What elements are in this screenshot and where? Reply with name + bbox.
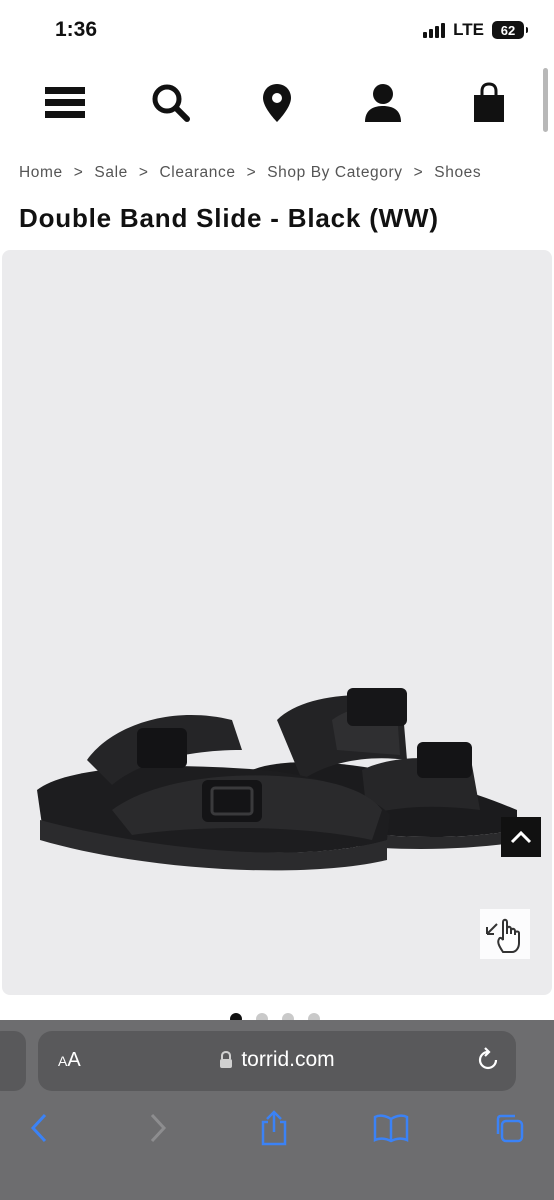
lock-icon: [220, 1051, 233, 1068]
address-bar[interactable]: AA torrid.com: [38, 1031, 516, 1091]
tabs-icon[interactable]: [487, 1108, 531, 1148]
network-label: LTE: [453, 20, 484, 39]
product-title: Double Band Slide - Black (WW): [19, 203, 439, 233]
account-icon[interactable]: [358, 78, 408, 128]
forward-icon[interactable]: [136, 1108, 180, 1148]
breadcrumb-home[interactable]: Home: [19, 164, 63, 182]
sandals-illustration: [37, 688, 520, 871]
status-time: 1:36: [55, 18, 98, 41]
browser-chrome: AA torrid.com: [0, 1020, 554, 1200]
zoom-hand-icon: [486, 918, 520, 953]
breadcrumb: Home > Sale > Clearance > Shop By Catego…: [19, 164, 481, 182]
chevron-up-icon: [510, 830, 532, 844]
url-display[interactable]: torrid.com: [38, 1048, 516, 1072]
share-icon[interactable]: [252, 1108, 296, 1148]
browser-toolbar: [0, 1108, 554, 1158]
status-bar: 1:36 LTE 62: [0, 0, 554, 60]
signal-icon: [423, 22, 446, 38]
location-pin-icon[interactable]: [252, 78, 302, 128]
breadcrumb-shop-by-category[interactable]: Shop By Category: [267, 164, 402, 182]
status-indicators: LTE 62: [423, 20, 528, 40]
url-text: torrid.com: [241, 1048, 335, 1071]
breadcrumb-clearance[interactable]: Clearance: [160, 164, 236, 182]
page-scrollbar[interactable]: [543, 68, 548, 132]
site-header: [0, 70, 554, 140]
zoom-button[interactable]: [480, 909, 530, 959]
breadcrumb-separator: >: [138, 164, 149, 181]
scroll-to-top-button[interactable]: [501, 817, 541, 857]
shopping-bag-icon[interactable]: [464, 78, 514, 128]
bookmarks-icon[interactable]: [369, 1108, 413, 1148]
reload-icon[interactable]: [476, 1047, 500, 1078]
back-icon[interactable]: [17, 1108, 61, 1148]
breadcrumb-separator: >: [73, 164, 84, 181]
battery-icon: 62: [492, 21, 528, 39]
breadcrumb-shoes[interactable]: Shoes: [434, 164, 481, 182]
breadcrumb-separator: >: [413, 164, 424, 181]
search-icon[interactable]: [146, 78, 196, 128]
menu-icon[interactable]: [40, 78, 90, 128]
product-image[interactable]: [2, 250, 552, 995]
breadcrumb-separator: >: [246, 164, 257, 181]
previous-tab-preview[interactable]: [0, 1031, 26, 1091]
breadcrumb-sale[interactable]: Sale: [94, 164, 127, 182]
